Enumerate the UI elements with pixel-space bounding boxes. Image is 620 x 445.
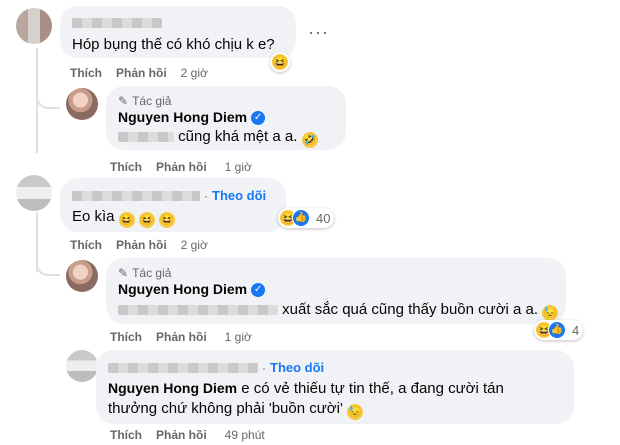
like-button[interactable]: Thích: [70, 238, 102, 252]
comment-author[interactable]: [72, 14, 162, 32]
like-button[interactable]: Thích: [110, 428, 142, 442]
reply-button[interactable]: Phản hồi: [156, 428, 207, 442]
more-dots-icon[interactable]: ···: [308, 22, 329, 43]
reaction-summary[interactable]: 😆: [270, 52, 290, 72]
comment-text: Eo kìa: [72, 208, 115, 225]
timestamp[interactable]: 2 giờ: [181, 238, 208, 252]
author-badge: ✎ Tác giả: [118, 94, 172, 108]
avatar[interactable]: [16, 8, 52, 44]
comment-author[interactable]: Nguyen Hong Diem: [118, 109, 247, 125]
like-thumb-icon: 👍: [292, 209, 310, 227]
avatar[interactable]: [66, 260, 98, 292]
comment-author[interactable]: [108, 362, 258, 373]
comment-actions: Thích Phản hồi 2 giờ: [70, 238, 208, 252]
grin-emoji-icon: 😆: [118, 212, 135, 228]
comment-author[interactable]: Nguyen Hong Diem: [118, 281, 247, 297]
reaction-count: 4: [572, 322, 580, 338]
comment-actions: Thích Phản hồi 1 giờ: [110, 330, 252, 344]
avatar[interactable]: [16, 175, 52, 211]
sweat-emoji-icon: 😓: [347, 404, 364, 420]
timestamp[interactable]: 1 giờ: [225, 160, 252, 174]
comment-author[interactable]: [72, 190, 200, 201]
avatar[interactable]: [66, 350, 98, 382]
comment-bubble: ✎ Tác giả Nguyen Hong Diem ✓ cũng khá mệt…: [106, 86, 346, 150]
reaction-summary[interactable]: 😆 👍 40: [278, 208, 335, 228]
grin-emoji-icon: 😆: [138, 212, 155, 228]
sweat-emoji-icon: 😓: [542, 305, 559, 321]
grin-emoji-icon: 😆: [159, 212, 176, 228]
pen-icon: ✎: [118, 94, 129, 108]
comment-bubble: · Theo dõi Nguyen Hong Diem e có vẻ thiế…: [96, 350, 574, 424]
reply-button[interactable]: Phản hồi: [156, 160, 207, 174]
reaction-count: 40: [316, 210, 331, 226]
comment-text: Hóp bụng thế có khó chịu k e?: [72, 36, 275, 53]
timestamp[interactable]: 2 giờ: [181, 66, 208, 80]
timestamp[interactable]: 1 giờ: [225, 330, 252, 344]
thread-connector: [36, 95, 60, 109]
comment-actions: Thích Phản hồi 1 giờ: [110, 160, 252, 174]
timestamp[interactable]: 49 phút: [225, 428, 265, 442]
comment-actions: Thích Phản hồi 49 phút: [110, 428, 265, 442]
follow-button[interactable]: Theo dõi: [270, 360, 324, 375]
avatar[interactable]: [66, 88, 98, 120]
like-button[interactable]: Thích: [110, 330, 142, 344]
pen-icon: ✎: [118, 266, 129, 280]
thread-connector: [36, 262, 60, 276]
verified-check-icon: ✓: [251, 110, 266, 125]
reply-button[interactable]: Phản hồi: [156, 330, 207, 344]
haha-emoji-icon: 😆: [271, 53, 289, 71]
reply-button[interactable]: Phản hồi: [116, 238, 167, 252]
comment-bubble: ✎ Tác giả Nguyen Hong Diem ✓ xuất sắc quá…: [106, 258, 566, 324]
rofl-emoji-icon: 🤣: [301, 132, 318, 148]
reply-button[interactable]: Phản hồi: [116, 66, 167, 80]
like-button[interactable]: Thích: [110, 160, 142, 174]
author-badge: ✎ Tác giả: [118, 266, 172, 280]
comment-bubble: Hóp bụng thế có khó chịu k e?: [60, 6, 296, 58]
comment-actions: Thích Phản hồi 2 giờ: [70, 66, 208, 80]
comment-text: cũng khá mệt a a.: [178, 128, 298, 145]
follow-button[interactable]: Theo dõi: [212, 188, 266, 203]
reaction-summary[interactable]: 😆 👍 4: [534, 320, 584, 340]
verified-check-icon: ✓: [251, 282, 266, 297]
comment-text: xuất sắc quá cũng thấy buồn cười a a.: [282, 301, 539, 318]
mention-link[interactable]: Nguyen Hong Diem: [108, 380, 237, 396]
comment-text: thưởng chứ không phải 'buồn cười': [108, 400, 343, 417]
like-thumb-icon: 👍: [548, 321, 566, 339]
comment-bubble: · Theo dõi Eo kìa 😆 😆 😆: [60, 178, 286, 232]
comment-text: e có vẻ thiếu tự tin thế, a đang cười tá…: [241, 380, 504, 397]
like-button[interactable]: Thích: [70, 66, 102, 80]
